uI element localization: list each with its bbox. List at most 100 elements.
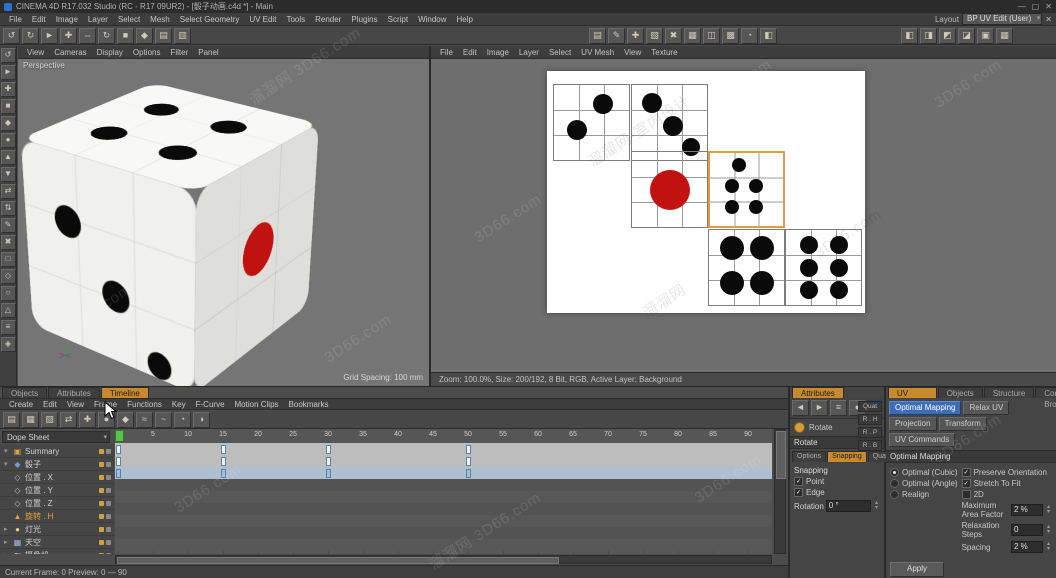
radio-optimal-cubic-[interactable] [890, 468, 899, 477]
toolbar-icon[interactable]: ≈ [136, 412, 153, 428]
menu-item-script[interactable]: Script [383, 15, 413, 24]
field-stepper[interactable]: ▴▾ [1045, 525, 1052, 535]
toolbar-icon[interactable]: ≡ [1, 320, 16, 335]
expand-icon[interactable]: ▾ [4, 447, 10, 455]
menu-item-edit[interactable]: Edit [27, 15, 51, 24]
mini-field-r-b[interactable]: R . B [858, 440, 882, 451]
uv-texture-image[interactable] [547, 71, 865, 313]
expand-icon[interactable]: ▸ [4, 551, 10, 554]
dope-sheet-dropdown[interactable]: Dope Sheet [2, 431, 110, 443]
menu-item-image[interactable]: Image [51, 15, 83, 24]
toolbar-icon[interactable]: ▲ [1, 150, 16, 165]
toolbar-icon[interactable]: ► [41, 28, 58, 44]
menu-item-mesh[interactable]: Mesh [145, 15, 175, 24]
uv-tile-3[interactable] [631, 151, 708, 228]
keyframe[interactable] [326, 445, 331, 454]
tab-attributes[interactable]: Attributes [48, 387, 100, 398]
key-channel-icon[interactable] [99, 475, 104, 480]
timeline-row-9[interactable]: ▸◧摄像机 [0, 549, 114, 554]
mute-channel-icon[interactable] [106, 501, 111, 506]
timeline-vscrollbar[interactable] [774, 429, 786, 554]
toolbar-icon[interactable]: ◩ [939, 28, 956, 44]
tab-attributes[interactable]: Attributes [792, 387, 844, 398]
toolbar-icon[interactable]: ◪ [958, 28, 975, 44]
toolbar-icon[interactable]: ◑ [193, 412, 210, 428]
timeline-tracks[interactable] [115, 443, 772, 554]
menu-item-edit[interactable]: Edit [38, 400, 62, 409]
menu-item-uv-edit[interactable]: UV Edit [244, 15, 281, 24]
toolbar-icon[interactable]: ◧ [901, 28, 918, 44]
toolbar-icon[interactable]: ✚ [60, 28, 77, 44]
toolbar-icon[interactable]: ▩ [722, 28, 739, 44]
menu-item-frame[interactable]: Frame [89, 400, 122, 409]
menu-item-filter[interactable]: Filter [165, 48, 193, 57]
uv-tile-5[interactable] [708, 229, 785, 306]
toolbar-icon[interactable]: ● [1, 133, 16, 148]
menu-item-display[interactable]: Display [92, 48, 128, 57]
menu-item-layer[interactable]: Layer [514, 48, 544, 57]
tab-snapping[interactable]: Snapping [827, 451, 867, 462]
mute-channel-icon[interactable] [106, 527, 111, 532]
key-channel-icon[interactable] [99, 514, 104, 519]
timeline-hscrollbar[interactable] [115, 555, 772, 564]
key-channel-icon[interactable] [99, 501, 104, 506]
key-channel-icon[interactable] [99, 449, 104, 454]
radio-realign[interactable] [890, 490, 899, 499]
field-stepper[interactable]: ▴▾ [1045, 542, 1052, 552]
optimal-mapping-header[interactable]: Optimal Mapping [886, 450, 1056, 463]
keyframe[interactable] [116, 445, 121, 454]
key-channel-icon[interactable] [99, 488, 104, 493]
toolbar-icon[interactable]: ⇔ [79, 28, 96, 44]
timeline-row-4[interactable]: ◇位置 . Y [0, 484, 114, 497]
minimize-button[interactable]: — [1018, 2, 1026, 11]
mute-channel-icon[interactable] [106, 488, 111, 493]
uv-button-optimal-mapping[interactable]: Optimal Mapping [889, 401, 961, 415]
toolbar-icon[interactable]: ⇄ [1, 184, 16, 199]
layout-dropdown[interactable]: BP UV Edit (User) [962, 13, 1042, 25]
uv-tile-1[interactable] [553, 84, 630, 161]
toolbar-icon[interactable]: △ [1, 303, 16, 318]
toolbar-icon[interactable]: ● [98, 412, 115, 428]
menu-item-motion-clips[interactable]: Motion Clips [230, 400, 284, 409]
timeline-ruler[interactable]: 051015202530354045505560657075808590 [115, 429, 772, 444]
menu-item-render[interactable]: Render [310, 15, 346, 24]
mute-channel-icon[interactable] [106, 540, 111, 545]
mute-channel-icon[interactable] [106, 462, 111, 467]
keyframe[interactable] [326, 469, 331, 478]
dice-model[interactable] [70, 124, 275, 329]
toolbar-icon[interactable]: ◫ [703, 28, 720, 44]
mini-field-r-h[interactable]: R . H [858, 414, 882, 425]
toolbar-icon[interactable]: ◆ [1, 116, 16, 131]
uv-button-uv-commands[interactable]: UV Commands [889, 433, 955, 447]
checkbox-2d[interactable] [962, 490, 971, 499]
toolbar-icon[interactable]: ◄ [792, 400, 809, 416]
tab-options[interactable]: Options [792, 451, 826, 462]
layout-close-icon[interactable]: ✕ [1045, 15, 1052, 24]
toolbar-icon[interactable]: ⇄ [60, 412, 77, 428]
timeline-row-8[interactable]: ▸▦天空 [0, 536, 114, 549]
key-channel-icon[interactable] [99, 540, 104, 545]
toolbar-icon[interactable]: ► [811, 400, 828, 416]
uv-button-relax-uv[interactable]: Relax UV [963, 401, 1009, 415]
toolbar-icon[interactable]: ■ [117, 28, 134, 44]
tab-objects[interactable]: Objects [2, 387, 47, 398]
menu-item-plugins[interactable]: Plugins [346, 15, 382, 24]
menu-item-help[interactable]: Help [452, 15, 478, 24]
toolbar-icon[interactable]: ▣ [977, 28, 994, 44]
toolbar-icon[interactable]: ~ [155, 412, 172, 428]
toolbar-icon[interactable]: ○ [1, 286, 16, 301]
menu-item-select[interactable]: Select [113, 15, 145, 24]
toolbar-icon[interactable]: ◆ [136, 28, 153, 44]
toolbar-icon[interactable]: ◧ [760, 28, 777, 44]
key-channel-icon[interactable] [99, 527, 104, 532]
uv-button-transform[interactable]: Transform [939, 417, 987, 431]
uv-tile-6[interactable] [785, 229, 862, 306]
toolbar-icon[interactable]: ✖ [1, 235, 16, 250]
toolbar-icon[interactable]: ◇ [1, 269, 16, 284]
expand-icon[interactable]: ▸ [4, 538, 10, 546]
toolbar-icon[interactable]: ▦ [684, 28, 701, 44]
mute-channel-icon[interactable] [106, 449, 111, 454]
toolbar-icon[interactable]: ✚ [79, 412, 96, 428]
radio-optimal-angle-[interactable] [890, 479, 899, 488]
toolbar-icon[interactable]: ◈ [1, 337, 16, 352]
